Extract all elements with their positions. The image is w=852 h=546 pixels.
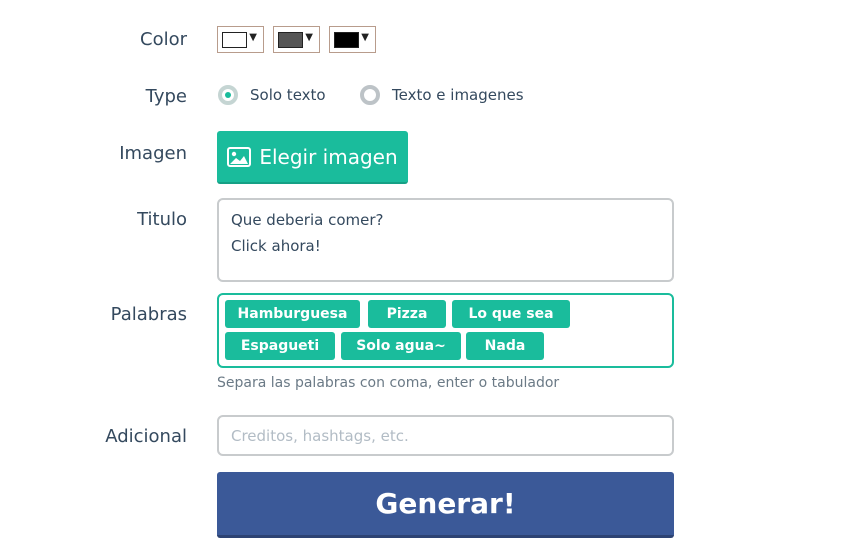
- radio-checked-icon: [218, 85, 238, 105]
- color-label: Color: [140, 29, 187, 50]
- tag-solo-agua[interactable]: Solo agua~: [341, 332, 461, 360]
- palabras-tags-input[interactable]: Hamburguesa Pizza Lo que sea Espagueti S…: [217, 293, 674, 368]
- radio-texto-e-imagenes[interactable]: Texto e imagenes: [360, 84, 524, 106]
- choose-image-label: Elegir imagen: [259, 144, 398, 169]
- radio-label: Texto e imagenes: [392, 86, 524, 104]
- radio-solo-texto[interactable]: Solo texto: [218, 84, 326, 106]
- radio-unchecked-icon: [360, 85, 380, 105]
- tag-nada[interactable]: Nada: [466, 332, 544, 360]
- generar-button[interactable]: Generar!: [217, 472, 674, 538]
- dropdown-caret-icon: ▼: [249, 32, 257, 43]
- adicional-label: Adicional: [105, 426, 187, 447]
- dropdown-caret-icon: ▼: [361, 32, 369, 43]
- tag-lo-que-sea[interactable]: Lo que sea: [452, 300, 570, 328]
- color-picker-2[interactable]: ▼: [273, 26, 320, 53]
- tag-hamburguesa[interactable]: Hamburguesa: [225, 300, 360, 328]
- type-label: Type: [145, 86, 187, 107]
- tag-espagueti[interactable]: Espagueti: [225, 332, 335, 360]
- color-picker-1[interactable]: ▼: [217, 26, 264, 53]
- imagen-label: Imagen: [119, 143, 187, 164]
- color-swatch: [222, 32, 247, 48]
- choose-image-button[interactable]: Elegir imagen: [217, 131, 408, 184]
- color-swatch: [334, 32, 359, 48]
- adicional-input[interactable]: [217, 415, 674, 456]
- titulo-textarea[interactable]: Que deberia comer? Click ahora!: [217, 198, 674, 282]
- color-swatch: [278, 32, 303, 48]
- radio-label: Solo texto: [250, 86, 326, 104]
- tag-pizza[interactable]: Pizza: [368, 300, 446, 328]
- generator-form: Color ▼ ▼ ▼ Type Solo texto Texto e imag…: [0, 0, 852, 546]
- palabras-hint: Separa las palabras con coma, enter o ta…: [217, 375, 560, 391]
- palabras-label: Palabras: [110, 304, 187, 325]
- titulo-label: Titulo: [137, 209, 187, 230]
- dropdown-caret-icon: ▼: [305, 32, 313, 43]
- image-icon: [227, 146, 252, 167]
- color-picker-3[interactable]: ▼: [329, 26, 376, 53]
